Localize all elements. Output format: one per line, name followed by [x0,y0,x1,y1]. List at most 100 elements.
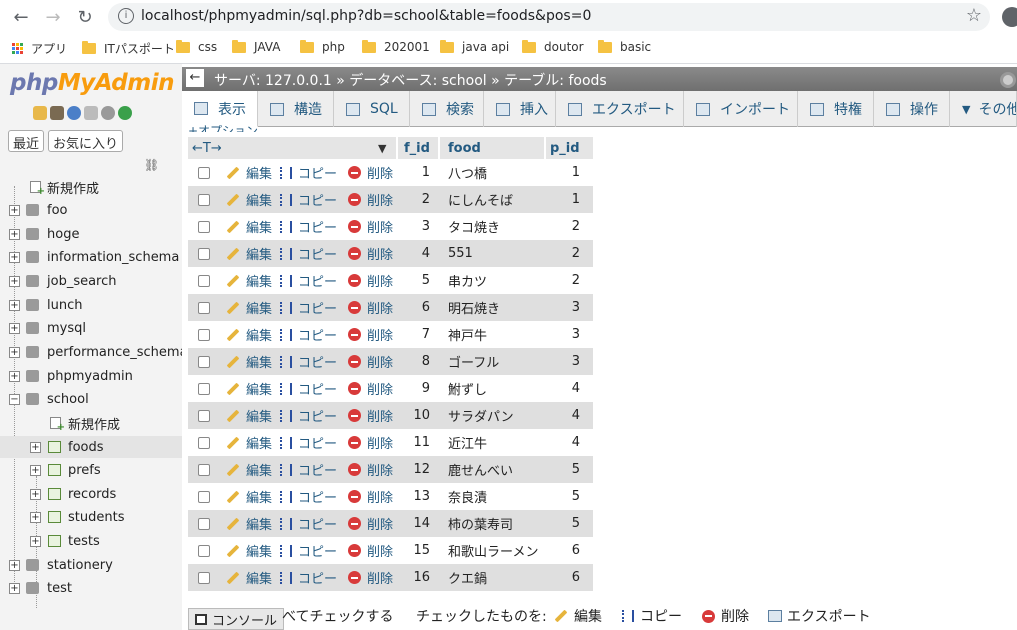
tree-table-foods[interactable]: + foods [0,436,182,458]
row-checkbox[interactable] [198,248,210,260]
row-delete-button[interactable]: 削除 [348,159,393,186]
row-copy-button[interactable]: コピー [280,321,337,348]
row-delete-button[interactable]: 削除 [348,483,393,510]
tree-db-test[interactable]: + test [0,577,182,599]
row-checkbox[interactable] [198,518,210,530]
tab-export[interactable]: エクスポート [556,91,684,127]
expand-icon[interactable]: + [30,465,41,476]
row-checkbox[interactable] [198,194,210,206]
row-edit-button[interactable]: 編集 [226,537,272,564]
phpmyadmin-logo[interactable]: phpMyAdmin [10,70,174,96]
tab-search[interactable]: 検索 [410,91,484,127]
table-row[interactable]: 編集 コピー 削除 10 サラダパン 4 [188,402,593,429]
row-copy-button[interactable]: コピー [280,375,337,402]
tab-import[interactable]: インポート [684,91,798,127]
row-copy-button[interactable]: コピー [280,159,337,186]
collapse-nav-icon[interactable]: ← [186,69,204,87]
column-arrows[interactable]: ←T→ [192,141,222,156]
row-copy-button[interactable]: コピー [280,510,337,537]
expand-icon[interactable]: + [30,442,41,453]
expand-icon[interactable]: + [9,347,20,358]
table-row[interactable]: 編集 コピー 削除 9 鮒ずし 4 [188,375,593,402]
forward-icon[interactable]: → [40,4,66,30]
expand-icon[interactable]: + [9,371,20,382]
link-icon[interactable]: ⛓ [144,158,159,172]
table-row[interactable]: 編集 コピー 削除 16 クエ鍋 6 [188,564,593,591]
expand-icon[interactable]: + [30,512,41,523]
row-delete-button[interactable]: 削除 [348,510,393,537]
tree-new-database[interactable]: 新規作成 [0,176,182,198]
expand-icon[interactable]: + [9,583,20,594]
info-icon[interactable]: i [118,8,134,24]
row-delete-button[interactable]: 削除 [348,321,393,348]
footer-edit-button[interactable]: 編集 [554,606,602,626]
row-copy-button[interactable]: コピー [280,537,337,564]
column-header-f-id[interactable]: f_id [398,137,438,159]
row-edit-button[interactable]: 編集 [226,294,272,321]
row-checkbox[interactable] [198,302,210,314]
tree-db-foo[interactable]: + foo [0,199,182,221]
address-bar[interactable]: i localhost/phpmyadmin/sql.php?db=school… [108,3,990,31]
row-checkbox[interactable] [198,356,210,368]
sort-dropdown-icon[interactable]: ▼ [378,142,386,155]
tab-more[interactable]: ▼ その他 [950,91,1017,127]
bookmark-php[interactable]: php [300,39,345,54]
table-row[interactable]: 編集 コピー 削除 2 にしんそば 1 [188,186,593,213]
expand-icon[interactable]: + [9,300,20,311]
expand-icon[interactable]: + [30,489,41,500]
row-checkbox[interactable] [198,545,210,557]
row-edit-button[interactable]: 編集 [226,348,272,375]
table-row[interactable]: 編集 コピー 削除 3 タコ焼き 2 [188,213,593,240]
tree-db-job-search[interactable]: + job_search [0,270,182,292]
tab-insert[interactable]: 挿入 [484,91,556,127]
console-button[interactable]: コンソール [188,608,285,630]
row-copy-button[interactable]: コピー [280,267,337,294]
bookmark-css[interactable]: css [176,39,217,54]
row-edit-button[interactable]: 編集 [226,456,272,483]
row-checkbox[interactable] [198,383,210,395]
expand-icon[interactable]: + [9,276,20,287]
table-row[interactable]: 編集 コピー 削除 11 近江牛 4 [188,429,593,456]
tab-structure[interactable]: 構造 [258,91,334,127]
expand-icon[interactable]: + [9,252,20,263]
row-edit-button[interactable]: 編集 [226,186,272,213]
row-checkbox[interactable] [198,464,210,476]
help-icon[interactable] [67,106,81,120]
row-copy-button[interactable]: コピー [280,564,337,591]
tree-table-students[interactable]: + students [0,506,182,528]
row-copy-button[interactable]: コピー [280,348,337,375]
tree-db-stationery[interactable]: + stationery [0,554,182,576]
row-copy-button[interactable]: コピー [280,429,337,456]
column-header-food[interactable]: food [440,137,544,159]
row-delete-button[interactable]: 削除 [348,213,393,240]
row-edit-button[interactable]: 編集 [226,267,272,294]
url-text[interactable]: localhost/phpmyadmin/sql.php?db=school&t… [141,8,591,24]
table-row[interactable]: 編集 コピー 削除 8 ゴーフル 3 [188,348,593,375]
footer-delete-button[interactable]: 削除 [702,606,749,626]
row-edit-button[interactable]: 編集 [226,321,272,348]
table-row[interactable]: 編集 コピー 削除 13 奈良漬 5 [188,483,593,510]
footer-export-button[interactable]: エクスポート [768,606,871,626]
row-delete-button[interactable]: 削除 [348,240,393,267]
row-copy-button[interactable]: コピー [280,402,337,429]
tree-db-school[interactable]: − school [0,388,182,410]
row-edit-button[interactable]: 編集 [226,375,272,402]
row-copy-button[interactable]: コピー [280,294,337,321]
row-checkbox[interactable] [198,572,210,584]
row-delete-button[interactable]: 削除 [348,375,393,402]
tree-db-mysql[interactable]: + mysql [0,317,182,339]
row-edit-button[interactable]: 編集 [226,240,272,267]
table-row[interactable]: 編集 コピー 削除 6 明石焼き 3 [188,294,593,321]
expand-icon[interactable]: + [9,205,20,216]
star-icon[interactable]: ☆ [966,5,982,26]
row-checkbox[interactable] [198,329,210,341]
tree-db-hoge[interactable]: + hoge [0,223,182,245]
row-checkbox[interactable] [198,167,210,179]
tab-favorites[interactable]: お気に入り [48,130,124,152]
column-header-p-id[interactable]: p_id [546,137,593,159]
bookmark-apps[interactable]: アプリ [12,40,67,57]
row-delete-button[interactable]: 削除 [348,267,393,294]
expand-icon[interactable]: + [9,323,20,334]
check-all-label[interactable]: べてチェックする [282,606,393,626]
row-copy-button[interactable]: コピー [280,483,337,510]
